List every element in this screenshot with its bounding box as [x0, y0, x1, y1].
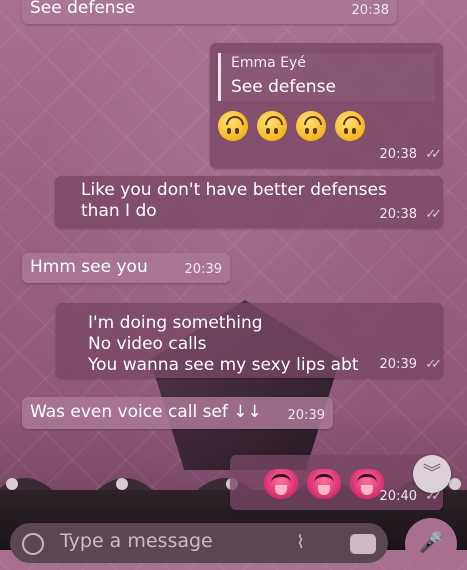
emoji-row: [218, 111, 435, 145]
quoted-message[interactable]: Emma Eyé See defense: [218, 53, 435, 101]
message-bubble-reply[interactable]: Emma Eyé See defense 20:38 ✓✓: [210, 43, 443, 168]
upside-down-face-icon: [335, 111, 366, 141]
microphone-icon: 🎤: [418, 530, 444, 554]
upside-down-face-icon: [257, 111, 288, 141]
double-check-icon: ✓✓: [425, 207, 442, 222]
camera-icon[interactable]: [350, 534, 376, 554]
chevron-down-double-icon: ︾: [423, 463, 441, 484]
double-check-icon: ✓✓: [425, 147, 442, 162]
message-bubble[interactable]: Hmm see you 20:39: [22, 253, 230, 283]
upside-down-face-icon: [218, 111, 248, 141]
message-bubble[interactable]: See defense 20:38: [22, 0, 397, 24]
emoji-icon[interactable]: [22, 533, 44, 555]
double-check-icon: ✓✓: [425, 357, 442, 372]
microphone-button[interactable]: 🎤: [405, 518, 457, 570]
message-bubble[interactable]: I'm doing something No video calls You w…: [56, 303, 443, 378]
quote-text: See defense: [231, 77, 336, 97]
chat-area: See defense 20:38 Emma Eyé See defense 2…: [0, 0, 467, 570]
message-time: 20:39: [379, 357, 417, 372]
quote-author: Emma Eyé: [231, 55, 306, 71]
devil-tongue-icon: [264, 469, 298, 499]
message-time: 20:40: [379, 489, 417, 504]
scroll-down-button[interactable]: ︾: [413, 455, 451, 493]
message-time: 20:39: [287, 408, 325, 423]
message-bubble[interactable]: 20:40 ✓✓: [230, 455, 443, 510]
message-input[interactable]: Type a message: [60, 530, 213, 552]
devil-tongue-icon: [307, 469, 342, 499]
message-bubble[interactable]: Like you don't have better defenses than…: [55, 176, 443, 228]
message-time: 20:38: [379, 207, 417, 222]
message-text: Was even voice call sef ↓↓: [30, 402, 262, 422]
message-text: See defense: [30, 0, 135, 18]
message-time: 20:38: [351, 3, 389, 18]
message-time: 20:39: [184, 262, 222, 277]
message-bubble[interactable]: Was even voice call sef ↓↓ 20:39: [22, 397, 333, 429]
upside-down-face-icon: [296, 111, 327, 141]
message-time: 20:38: [379, 147, 417, 162]
